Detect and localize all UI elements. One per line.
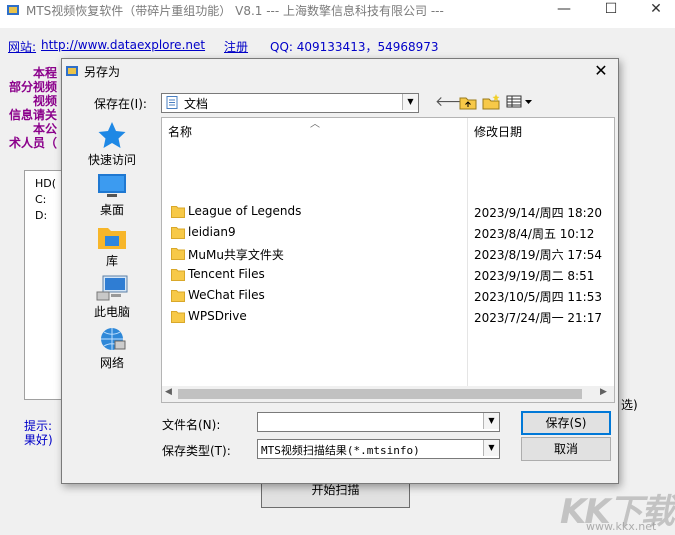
back-icon[interactable]: 🡐 [435, 93, 473, 111]
place-label: 桌面 [99, 203, 124, 217]
chevron-down-icon[interactable]: ▼ [483, 440, 499, 456]
library-icon [98, 228, 126, 249]
column-header-name[interactable]: 名称 [168, 123, 192, 140]
save-in-label: 保存在(I): [94, 97, 147, 111]
tree-item[interactable]: HD( [35, 177, 56, 190]
file-row[interactable]: WeChat Files 2023/10/5/周四 11:53 [162, 286, 614, 307]
site-label: 网站: [8, 40, 37, 54]
file-row[interactable]: WPSDrive 2023/7/24/周一 21:17 [162, 307, 614, 328]
scrollbar-thumb[interactable] [178, 389, 582, 399]
file-date: 2023/8/4/周五 10:12 [474, 227, 595, 241]
minimize-button[interactable]: — [542, 0, 586, 20]
site-url-link[interactable]: http://www.dataexplore.net [41, 38, 205, 52]
dialog-title: 另存为 [84, 65, 121, 79]
horizontal-scrollbar[interactable]: ◀ ▶ [162, 386, 614, 402]
column-header-date[interactable]: 修改日期 [474, 123, 522, 140]
dialog-close-button[interactable]: ✕ [590, 61, 612, 80]
place-label: 快速访问 [87, 153, 136, 167]
file-name: League of Legends [188, 204, 302, 218]
file-list[interactable]: ︿ 名称 修改日期 League of Legends 2023/9/14/周四… [161, 117, 615, 403]
place-label: 网络 [99, 356, 124, 370]
app-icon [7, 5, 19, 15]
place-desktop[interactable]: 桌面 [68, 173, 156, 218]
qq-info: QQ: 409133413，54968973 [270, 40, 439, 54]
save-in-value: 文档 [184, 97, 209, 111]
file-row[interactable]: League of Legends 2023/9/14/周四 18:20 [162, 202, 614, 223]
place-network[interactable]: 网络 [68, 326, 156, 371]
document-icon [166, 96, 178, 109]
sort-up-icon: ︿ [310, 119, 320, 130]
watermark-url: www.kkx.net [586, 520, 657, 533]
file-date: 2023/8/19/周六 17:54 [474, 248, 602, 262]
save-in-dropdown[interactable]: 文档 ▼ [161, 93, 419, 113]
window-title: MTS视频恢复软件（带碎片重组功能） V8.1 --- 上海数擎信息科技有限公司… [26, 4, 444, 18]
file-date: 2023/9/14/周四 18:20 [474, 206, 602, 220]
hint-text: 提示: 果好) [24, 419, 53, 447]
up-folder-icon[interactable] [458, 93, 478, 111]
folder-icon [171, 311, 185, 323]
computer-icon [96, 275, 128, 301]
hint-line: 果好) [24, 433, 53, 447]
network-icon [101, 328, 126, 350]
desktop-icon [98, 174, 126, 197]
file-date: 2023/7/24/周一 21:17 [474, 311, 602, 325]
scroll-right-icon[interactable]: ▶ [600, 387, 607, 397]
folder-icon [171, 269, 185, 281]
file-name-label: 文件名(N): [162, 418, 221, 432]
chevron-down-icon[interactable]: ▼ [402, 94, 418, 110]
view-menu-icon[interactable] [505, 93, 535, 111]
chevron-down-icon[interactable]: ▼ [483, 413, 499, 429]
folder-icon [171, 227, 185, 239]
info-text-line: 术人员（ [9, 136, 58, 150]
cancel-button[interactable]: 取消 [521, 437, 611, 461]
tree-item[interactable]: D: [35, 209, 47, 222]
file-name: Tencent Files [188, 267, 265, 281]
tree-item[interactable]: C: [35, 193, 46, 206]
place-label: 此电脑 [93, 305, 130, 319]
place-this-pc[interactable]: 此电脑 [68, 275, 156, 320]
file-row[interactable]: leidian9 2023/8/4/周五 10:12 [162, 223, 614, 244]
register-link[interactable]: 注册 [224, 38, 248, 55]
maximize-button[interactable]: ☐ [589, 0, 633, 20]
folder-icon [171, 206, 185, 218]
file-date: 2023/9/19/周二 8:51 [474, 269, 595, 283]
file-type-label: 保存类型(T): [162, 444, 231, 458]
save-button[interactable]: 保存(S) [521, 411, 611, 435]
new-folder-icon[interactable] [481, 93, 501, 111]
folder-icon [171, 248, 185, 260]
scroll-left-icon[interactable]: ◀ [165, 387, 172, 397]
file-row[interactable]: MuMu共享文件夹 2023/8/19/周六 17:54 [162, 244, 614, 265]
places-bar: 快速访问 桌面 库 此电脑 网络 [68, 117, 156, 379]
save-as-dialog: 另存为 ✕ 保存在(I): 文档 ▼ 🡐 快速访问 桌面 库 此电脑 网络 ︿ … [61, 58, 619, 484]
file-date: 2023/10/5/周四 11:53 [474, 290, 602, 304]
file-row[interactable]: Tencent Files 2023/9/19/周二 8:51 [162, 265, 614, 286]
file-name: WeChat Files [188, 288, 265, 302]
hint-line: 提示: [24, 419, 53, 433]
star-icon [98, 122, 126, 148]
place-quick-access[interactable]: 快速访问 [68, 121, 156, 168]
dialog-app-icon [66, 66, 78, 76]
close-button[interactable]: ✕ [634, 0, 675, 20]
place-library[interactable]: 库 [68, 224, 156, 269]
file-name: WPSDrive [188, 309, 247, 323]
file-type-dropdown[interactable]: MTS视频扫描结果(*.mtsinfo) ▼ [257, 439, 500, 459]
file-name: MuMu共享文件夹 [188, 248, 284, 262]
folder-icon [171, 290, 185, 302]
place-label: 库 [105, 254, 118, 268]
file-name: leidian9 [188, 225, 236, 239]
select-suffix-text: 选) [621, 398, 638, 412]
file-type-value: MTS视频扫描结果(*.mtsinfo) [261, 444, 420, 457]
file-name-input[interactable]: ▼ [257, 412, 500, 432]
